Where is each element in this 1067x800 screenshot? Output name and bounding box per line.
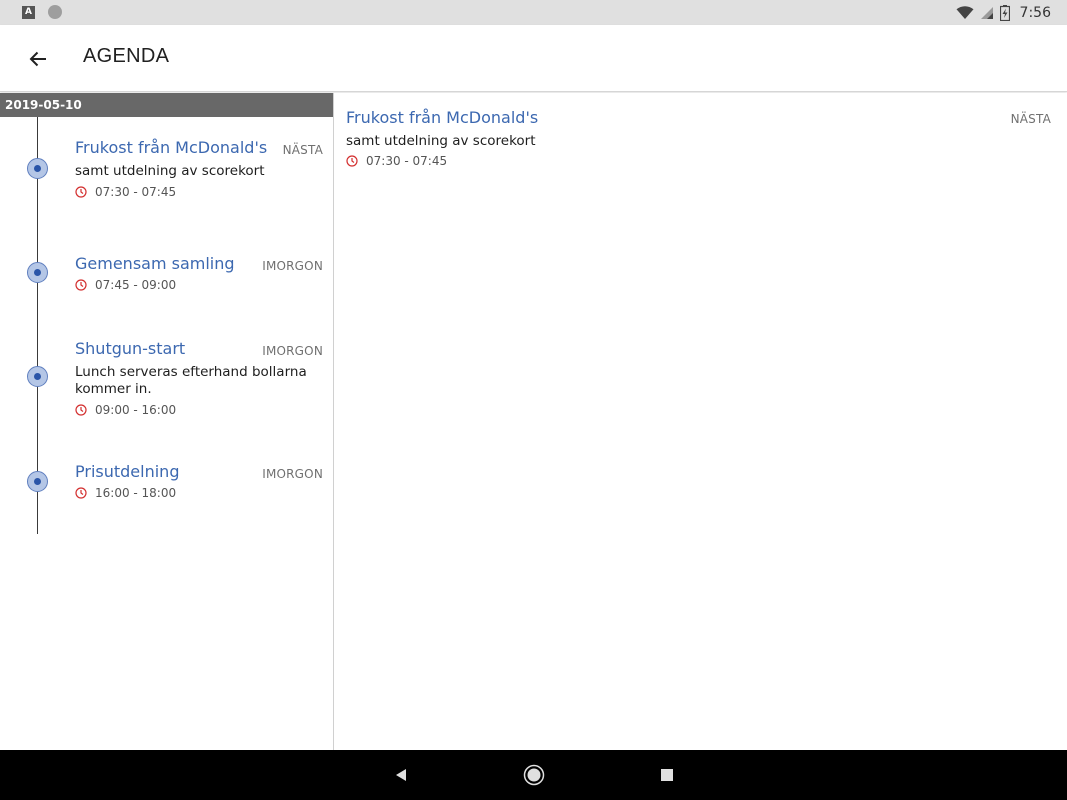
clock-time: 7:56 xyxy=(1019,4,1051,21)
clock-icon xyxy=(75,404,87,416)
timeline-dot-icon xyxy=(27,262,48,283)
event-detail-pane: Frukost från McDonald's NÄSTA samt utdel… xyxy=(334,93,1067,750)
clock-icon xyxy=(75,279,87,291)
status-bar: A 7:56 xyxy=(0,0,1067,25)
clock-icon xyxy=(75,487,87,499)
clock-icon xyxy=(346,155,358,167)
event-time-text: 09:00 - 16:00 xyxy=(95,403,177,417)
event-time: 07:30 - 07:45 xyxy=(75,185,176,199)
circle-home-icon xyxy=(523,764,545,786)
app-notification-icon: A xyxy=(22,6,35,19)
square-recents-icon xyxy=(661,769,673,781)
detail-title: Frukost från McDonald's xyxy=(346,108,539,127)
nav-home-button[interactable] xyxy=(522,763,546,787)
timeline-dot-icon xyxy=(27,471,48,492)
clock-icon xyxy=(75,186,87,198)
event-description: samt utdelning av scorekort xyxy=(75,163,265,179)
circle-notification-icon xyxy=(48,5,62,19)
event-time-text: 07:30 - 07:45 xyxy=(95,185,177,199)
nav-recents-button[interactable] xyxy=(655,763,679,787)
timeline-dot-icon xyxy=(27,158,48,179)
battery-charging-icon xyxy=(999,4,1010,21)
agenda-item-gemensam-samling[interactable]: Gemensam samling IMORGON 07:45 - 09:00 xyxy=(0,253,333,333)
event-time: 16:00 - 18:00 xyxy=(75,486,176,500)
agenda-list-pane: 2019-05-10 Frukost från McDonald's NÄSTA… xyxy=(0,93,334,750)
timeline-dot-icon xyxy=(27,366,48,387)
event-time: 07:45 - 09:00 xyxy=(75,278,176,292)
back-button[interactable] xyxy=(22,43,54,75)
agenda-item-prisutdelning[interactable]: Prisutdelning IMORGON 16:00 - 18:00 xyxy=(0,461,333,541)
detail-time: 07:30 - 07:45 xyxy=(346,154,447,168)
event-time: 09:00 - 16:00 xyxy=(75,403,176,417)
event-time-text: 16:00 - 18:00 xyxy=(95,486,177,500)
detail-time-text: 07:30 - 07:45 xyxy=(366,154,448,168)
event-status-badge: IMORGON xyxy=(262,259,323,273)
event-title: Frukost från McDonald's xyxy=(75,138,268,157)
event-description: Lunch serveras efterhand bollarna kommer… xyxy=(75,364,307,397)
event-status-badge: IMORGON xyxy=(262,467,323,481)
triangle-back-icon xyxy=(396,769,406,781)
wifi-icon xyxy=(956,5,974,19)
event-title: Shutgun-start xyxy=(75,339,186,358)
agenda-item-frukost[interactable]: Frukost från McDonald's NÄSTA samt utdel… xyxy=(0,137,333,237)
cell-signal-icon xyxy=(980,6,993,19)
event-status-badge: IMORGON xyxy=(262,344,323,358)
app-bar: AGENDA xyxy=(0,25,1067,92)
event-time-text: 07:45 - 09:00 xyxy=(95,278,177,292)
event-status-badge: NÄSTA xyxy=(282,143,323,157)
arrow-left-icon xyxy=(29,51,46,67)
detail-status-badge: NÄSTA xyxy=(1010,112,1051,126)
page-title: AGENDA xyxy=(83,45,170,67)
detail-description: samt utdelning av scorekort xyxy=(346,133,536,149)
status-indicators: 7:56 xyxy=(956,0,1051,25)
date-header: 2019-05-10 xyxy=(0,93,333,117)
nav-back-button[interactable] xyxy=(389,763,413,787)
agenda-item-shutgun-start[interactable]: Shutgun-start IMORGON Lunch serveras eft… xyxy=(0,338,333,438)
event-title: Prisutdelning xyxy=(75,462,180,481)
system-nav-bar xyxy=(0,750,1067,800)
event-title: Gemensam samling xyxy=(75,254,235,273)
